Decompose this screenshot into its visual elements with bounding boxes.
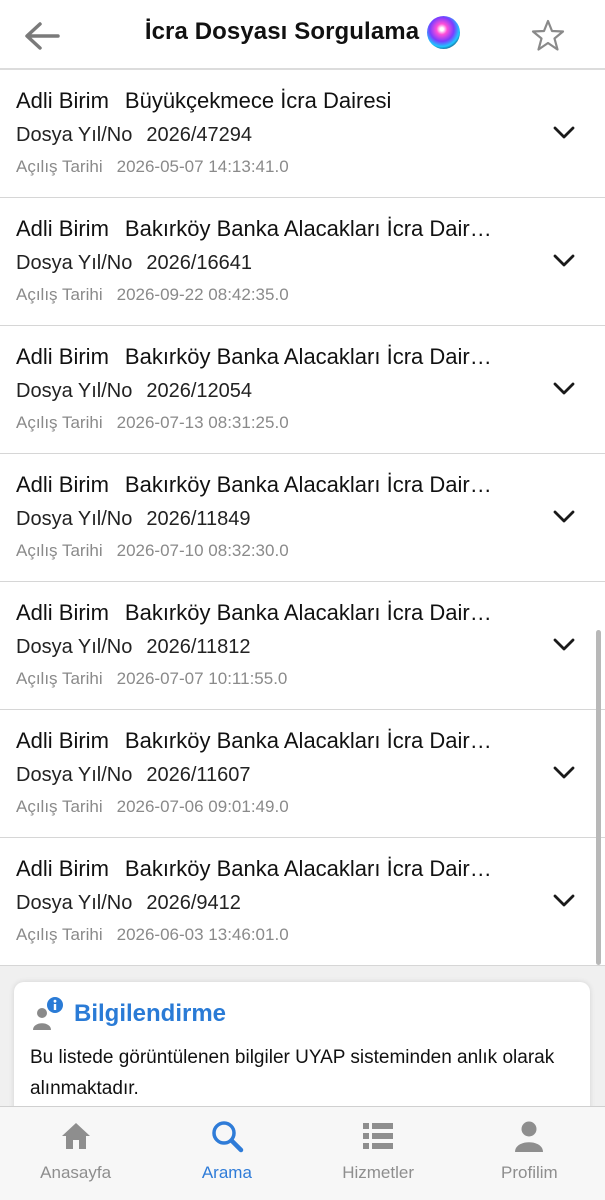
unit-label: Adli Birim xyxy=(16,856,109,881)
list-item[interactable]: Adli Birim Bakırköy Banka Alacakları İcra… xyxy=(0,838,605,966)
unit-value: Bakırköy Banka Alacakları İcra Dair… xyxy=(124,472,492,497)
opened-label: Açılış Tarihi xyxy=(16,925,103,944)
list-item[interactable]: Adli Birim Bakırköy Banka Alacakları İcra… xyxy=(0,198,605,326)
unit-value: Bakırköy Banka Alacakları İcra Dair… xyxy=(124,856,492,881)
opened-label: Açılış Tarihi xyxy=(16,797,103,816)
opened-label: Açılış Tarihi xyxy=(16,541,103,560)
list-item[interactable]: Adli Birim Bakırköy Banka Alacakları İcra… xyxy=(0,710,605,838)
unit-label: Adli Birim xyxy=(16,472,109,497)
unit-value: Bakırköy Banka Alacakları İcra Dair… xyxy=(124,344,492,369)
chevron-down-icon[interactable] xyxy=(553,894,575,908)
unit-value: Büyükçekmece İcra Dairesi xyxy=(124,88,392,113)
unit-value: Bakırköy Banka Alacakları İcra Dair… xyxy=(124,728,492,753)
file-value: 2026/9412 xyxy=(146,892,241,914)
tab-services[interactable]: Hizmetler xyxy=(303,1107,454,1200)
home-icon xyxy=(61,1123,90,1149)
chevron-down-icon[interactable] xyxy=(553,638,575,652)
info-section: Bilgilendirme Bu listede görüntülenen bi… xyxy=(0,966,605,1122)
opened-value: 2026-07-07 10:11:55.0 xyxy=(116,669,288,688)
unit-label: Adli Birim xyxy=(16,88,109,113)
user-info-icon xyxy=(33,997,63,1030)
opened-value: 2026-07-13 08:31:25.0 xyxy=(116,413,289,432)
unit-value: Bakırköy Banka Alacakları İcra Dair… xyxy=(124,216,492,241)
list-item[interactable]: Adli Birim Büyükçekmece İcra Dairesi Dosy… xyxy=(0,70,605,198)
file-value: 2026/11849 xyxy=(146,508,251,530)
list-item[interactable]: Adli Birim Bakırköy Banka Alacakları İcra… xyxy=(0,326,605,454)
opened-value: 2026-09-22 08:42:35.0 xyxy=(116,285,289,304)
tab-home-label: Anasayfa xyxy=(40,1163,112,1182)
info-card: Bilgilendirme Bu listede görüntülenen bi… xyxy=(14,982,590,1122)
file-value: 2026/16641 xyxy=(146,252,253,274)
tab-services-label: Hizmetler xyxy=(342,1163,415,1182)
file-label: Dosya Yıl/No xyxy=(16,252,133,274)
info-title: Bilgilendirme xyxy=(74,1000,227,1027)
unit-label: Adli Birim xyxy=(16,216,109,241)
file-label: Dosya Yıl/No xyxy=(16,636,133,658)
file-value: 2026/47294 xyxy=(146,124,253,146)
unit-label: Adli Birim xyxy=(16,344,109,369)
file-label: Dosya Yıl/No xyxy=(16,764,133,786)
opened-value: 2026-06-03 13:46:01.0 xyxy=(116,925,289,944)
chevron-down-icon[interactable] xyxy=(553,510,575,524)
search-icon xyxy=(212,1121,244,1153)
list-item[interactable]: Adli Birim Bakırköy Banka Alacakları İcra… xyxy=(0,454,605,582)
star-icon xyxy=(531,19,565,51)
tab-search[interactable]: Arama xyxy=(151,1107,302,1200)
opened-label: Açılış Tarihi xyxy=(16,669,103,688)
favorite-button[interactable] xyxy=(531,18,565,52)
tab-search-label: Arama xyxy=(201,1163,252,1182)
page-title: İcra Dosyası Sorgulama xyxy=(144,18,420,45)
tab-home[interactable]: Anasayfa xyxy=(0,1107,151,1200)
list-icon xyxy=(363,1123,394,1149)
unit-label: Adli Birim xyxy=(16,728,109,753)
chevron-down-icon[interactable] xyxy=(553,766,575,780)
back-button[interactable] xyxy=(22,20,62,52)
tab-bar: Anasayfa Arama Hizmetler Profilim xyxy=(0,1106,605,1200)
unit-label: Adli Birim xyxy=(16,600,109,625)
info-text: Bu listede görüntülenen bilgiler UYAP si… xyxy=(30,1047,555,1099)
opened-value: 2026-05-07 14:13:41.0 xyxy=(116,157,289,176)
file-label: Dosya Yıl/No xyxy=(16,892,133,914)
chevron-down-icon[interactable] xyxy=(553,254,575,268)
chevron-down-icon[interactable] xyxy=(553,382,575,396)
opened-value: 2026-07-06 09:01:49.0 xyxy=(116,797,289,816)
opened-value: 2026-07-10 08:32:30.0 xyxy=(116,541,289,560)
record-list: Adli Birim Büyükçekmece İcra Dairesi Dosy… xyxy=(0,70,605,966)
list-item[interactable]: Adli Birim Bakırköy Banka Alacakları İcra… xyxy=(0,582,605,710)
siri-icon[interactable] xyxy=(427,15,461,49)
file-label: Dosya Yıl/No xyxy=(16,508,133,530)
tab-profile-label: Profilim xyxy=(501,1163,558,1182)
file-label: Dosya Yıl/No xyxy=(16,124,133,146)
tab-profile[interactable]: Profilim xyxy=(454,1107,605,1200)
file-value: 2026/11607 xyxy=(146,764,251,786)
file-label: Dosya Yıl/No xyxy=(16,380,133,402)
chevron-down-icon[interactable] xyxy=(553,126,575,140)
arrow-left-icon xyxy=(25,22,60,50)
file-value: 2026/11812 xyxy=(146,636,251,658)
opened-label: Açılış Tarihi xyxy=(16,157,103,176)
opened-label: Açılış Tarihi xyxy=(16,413,103,432)
scrollbar[interactable] xyxy=(596,630,601,965)
file-value: 2026/12054 xyxy=(146,380,253,402)
unit-value: Bakırköy Banka Alacakları İcra Dair… xyxy=(124,600,492,625)
person-icon xyxy=(515,1121,544,1152)
app-header: İcra Dosyası Sorgulama xyxy=(0,0,605,70)
opened-label: Açılış Tarihi xyxy=(16,285,103,304)
